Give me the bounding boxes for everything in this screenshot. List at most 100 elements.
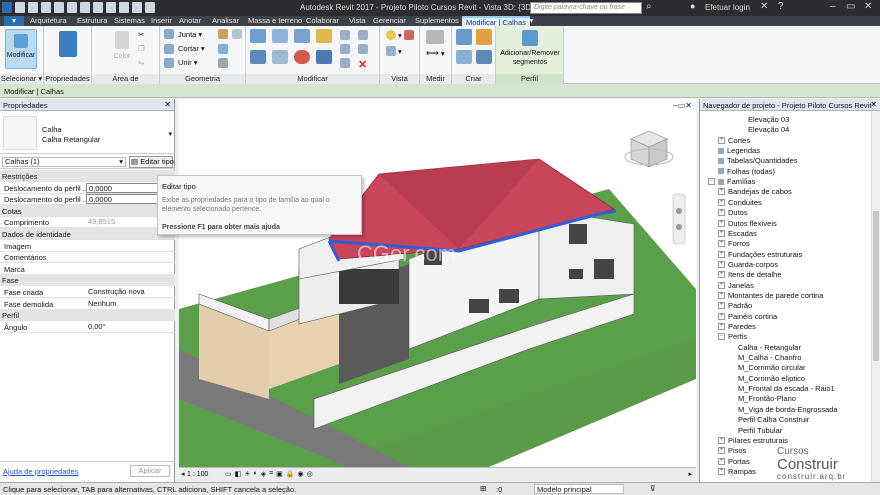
close-icon[interactable]: ✕	[164, 100, 171, 109]
measure-icon[interactable]	[80, 2, 90, 13]
property-value[interactable]: Construção nova	[86, 287, 172, 297]
exchange-icon[interactable]: ✕	[760, 1, 768, 12]
lock-icon[interactable]: 🔒	[286, 470, 295, 478]
expand-icon[interactable]: +	[718, 302, 725, 310]
close-icon[interactable]: ✕	[870, 100, 877, 109]
copy-element-icon[interactable]	[272, 50, 288, 64]
pin-icon[interactable]	[358, 30, 368, 40]
delete-icon[interactable]: ✕	[358, 58, 367, 71]
thin-lines-icon[interactable]	[132, 2, 142, 13]
scale-icon[interactable]	[340, 58, 350, 68]
type-selector[interactable]: Calha Calha Retangular ▾	[0, 112, 175, 154]
wall-joins-icon[interactable]	[218, 58, 228, 68]
undo-icon[interactable]	[41, 2, 51, 13]
tab-sistemas[interactable]: Sistemas	[114, 16, 145, 26]
copy-icon[interactable]: ❐	[138, 44, 145, 53]
open-icon[interactable]	[15, 2, 25, 13]
tree-item[interactable]: M_Frontão-Plano	[728, 394, 796, 403]
join-icon[interactable]	[164, 58, 174, 68]
collapse-icon[interactable]: −	[718, 333, 725, 341]
tab-anotar[interactable]: Anotar	[179, 16, 201, 26]
expand-icon[interactable]: +	[718, 229, 725, 237]
expand-icon[interactable]: +	[718, 250, 725, 258]
mirror-draw-icon[interactable]	[316, 29, 332, 43]
view-cube[interactable]	[624, 130, 674, 168]
reveal-icon[interactable]: ◎	[307, 470, 313, 478]
edit-type-button[interactable]: ▤ Editar tipo	[129, 156, 174, 168]
tree-item[interactable]: + Escadas	[718, 229, 757, 238]
property-section[interactable]: Fase	[0, 274, 175, 287]
3d-view-icon[interactable]	[106, 2, 116, 13]
cortar-button[interactable]: Cortar ▾	[178, 44, 205, 53]
revit-logo-icon[interactable]	[2, 2, 12, 13]
paint-icon[interactable]	[218, 29, 228, 39]
tree-item[interactable]: + Painéis cortina	[718, 312, 777, 321]
property-value[interactable]: 0,00°	[86, 322, 172, 332]
mirror-pick-icon[interactable]	[294, 29, 310, 43]
tree-item[interactable]: M_Calha - Chanfro	[728, 353, 801, 362]
linework-icon[interactable]	[404, 30, 414, 40]
tree-item[interactable]: + Itens de detalhe	[718, 270, 781, 279]
property-value[interactable]: Nenhum	[86, 299, 172, 309]
tree-item[interactable]: + Bandejas de cabos	[718, 187, 792, 196]
tree-item[interactable]: Elevação 04	[738, 125, 789, 134]
scrollbar-left-icon[interactable]: ◂	[181, 470, 185, 478]
create-parts-icon[interactable]	[476, 29, 492, 45]
filter-icon[interactable]: ⊽	[650, 484, 656, 493]
expand-icon[interactable]: +	[718, 240, 725, 248]
paste-button[interactable]: Color	[106, 29, 138, 69]
tree-item[interactable]: Perfil Tubular	[728, 426, 782, 435]
tree-item[interactable]: Folhas (todas)	[708, 167, 775, 176]
3d-viewport[interactable]: CGer.com –▭✕	[179, 99, 696, 467]
tree-item[interactable]: + Portas	[718, 457, 750, 466]
tree-item[interactable]: + Padrão	[718, 301, 752, 310]
expand-icon[interactable]: +	[718, 281, 725, 289]
property-section[interactable]: Restrições	[0, 170, 175, 182]
view-scale[interactable]: 1 : 100	[187, 471, 208, 478]
measure-tool-icon[interactable]	[426, 30, 444, 44]
tree-item[interactable]: Legendas	[708, 146, 760, 155]
tree-item[interactable]: + Conduites	[718, 198, 762, 207]
text-icon[interactable]	[93, 2, 103, 13]
dimension-icon[interactable]: ⟷ ▾	[426, 48, 445, 59]
tab-estrutura[interactable]: Estrutura	[77, 16, 107, 26]
panel-label[interactable]: Selecionar ▾	[0, 74, 43, 84]
properties-help-link[interactable]: Ajuda de propriedades	[3, 467, 78, 476]
rotate-icon[interactable]	[294, 50, 310, 64]
property-value[interactable]	[86, 252, 172, 262]
tab-colaborar[interactable]: Colaborar	[306, 16, 339, 26]
binoculars-icon[interactable]: ⌕	[646, 1, 652, 12]
cope-icon[interactable]	[164, 29, 174, 39]
create-group-icon[interactable]	[456, 50, 472, 64]
tab-suplementos[interactable]: Suplementos	[415, 16, 459, 26]
properties-button[interactable]	[52, 29, 84, 69]
shadows-icon[interactable]: ◐	[254, 470, 258, 478]
expand-icon[interactable]: +	[718, 136, 725, 144]
ribbon-toggle-icon[interactable]: ▫▾	[527, 16, 533, 26]
align-icon[interactable]	[250, 29, 266, 43]
tree-item[interactable]: Perfil Calha Construir	[728, 415, 809, 424]
tree-item[interactable]: + Fundações estruturais	[718, 250, 802, 259]
file-tab-icon[interactable]: ▾	[4, 16, 24, 26]
array-icon[interactable]	[340, 44, 350, 54]
login-button[interactable]: Efetuar login	[705, 3, 750, 12]
tree-item[interactable]: + Paredes	[718, 322, 756, 331]
tab-vista[interactable]: Vista	[349, 16, 366, 26]
tree-item[interactable]: Tabelas/Quantidades	[708, 156, 797, 165]
tree-item[interactable]: + Dutos	[718, 208, 748, 217]
expand-icon[interactable]: +	[718, 312, 725, 320]
modify-button[interactable]: Modificar	[5, 29, 37, 69]
property-value[interactable]	[86, 264, 172, 274]
crop-icon[interactable]: ⌗	[269, 470, 273, 478]
tab-arquitetura[interactable]: Arquitetura	[30, 16, 67, 26]
search-input[interactable]: Digite palavra-chave ou frase	[530, 2, 642, 14]
tree-item[interactable]: + Forros	[718, 239, 750, 248]
detail-level-icon[interactable]: ▭	[225, 470, 232, 478]
tree-item[interactable]: M_Corrimão circular	[728, 363, 806, 372]
expand-icon[interactable]: +	[718, 260, 725, 268]
trim-extend-icon[interactable]	[316, 50, 332, 64]
create-assembly-icon[interactable]	[456, 29, 472, 45]
offset-icon[interactable]	[272, 29, 288, 43]
apply-button[interactable]: Aplicar	[130, 465, 170, 477]
tree-item[interactable]: M_Corrimão elíptico	[728, 374, 805, 383]
